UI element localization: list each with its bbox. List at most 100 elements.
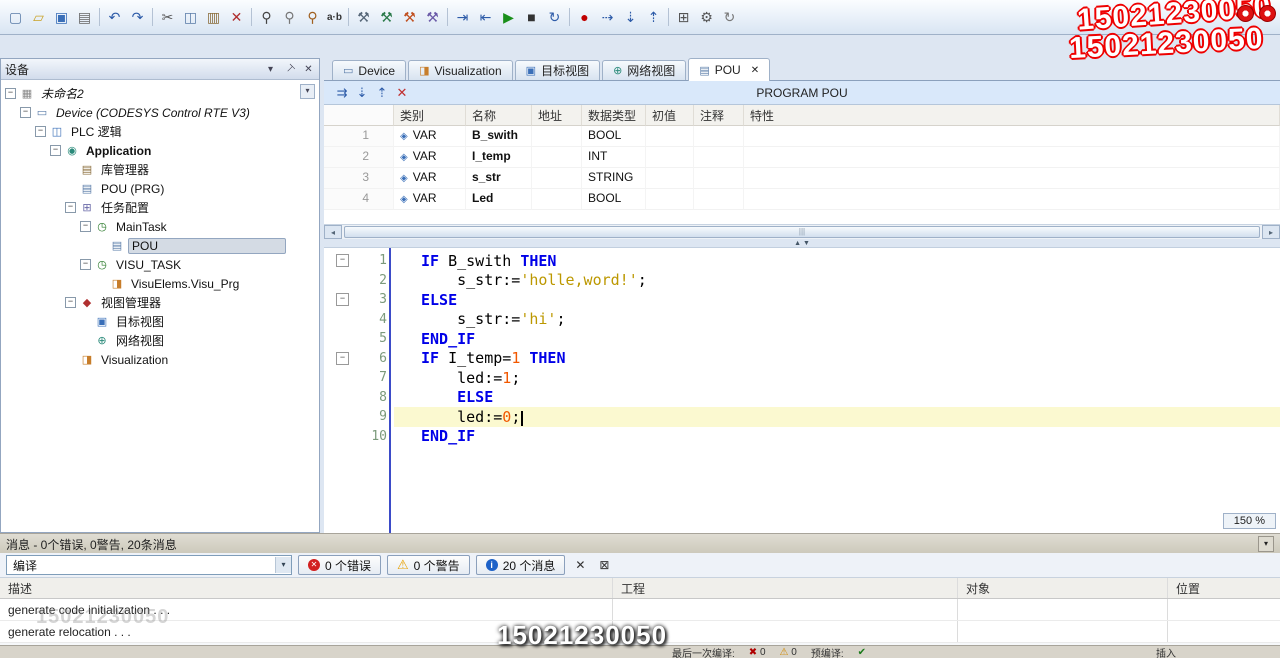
- redo-icon[interactable]: ↷: [126, 6, 149, 28]
- delete-row-icon[interactable]: ✕: [392, 85, 412, 101]
- fold-icon[interactable]: −: [336, 351, 349, 365]
- expander-icon[interactable]: −: [20, 107, 31, 118]
- decl-column-header-0[interactable]: 类别: [394, 105, 466, 126]
- messages-filter-button[interactable]: 20 个消息: [475, 555, 566, 575]
- code-line[interactable]: 9 led:=0;: [324, 407, 1280, 427]
- find-next-icon[interactable]: ⚲: [278, 6, 301, 28]
- messages-titlebar[interactable]: 消息 - 0个错误, 0警告, 20条消息 ▾: [0, 533, 1280, 554]
- save-icon[interactable]: ▣: [50, 6, 73, 28]
- tree-item-visu-task[interactable]: − ◷ VISU_TASK: [1, 255, 319, 274]
- scroll-right-icon[interactable]: ▸: [1262, 225, 1280, 239]
- decl-column-header-6[interactable]: 特性: [744, 105, 1280, 126]
- close-tab-icon[interactable]: ✕: [751, 65, 759, 76]
- tab-network-view[interactable]: ⊕ 网络视图: [602, 60, 687, 80]
- declaration-row[interactable]: 4 ◈ VAR Led BOOL: [324, 189, 1280, 210]
- tab-target-view[interactable]: ▣ 目标视图: [514, 60, 601, 80]
- cut-icon[interactable]: ✂: [156, 6, 179, 28]
- horizontal-scrollbar[interactable]: ◂ ||| ▸: [324, 224, 1280, 239]
- print-icon[interactable]: ▤: [73, 6, 96, 28]
- new-file-icon[interactable]: ▢: [4, 6, 27, 28]
- start-icon[interactable]: ▶: [497, 6, 520, 28]
- errors-filter-button[interactable]: 0 个错误: [298, 555, 382, 575]
- window-list-icon[interactable]: ⊞: [672, 6, 695, 28]
- scrollbar-track[interactable]: |||: [342, 225, 1262, 239]
- column-project[interactable]: 工程: [612, 578, 957, 598]
- declaration-row[interactable]: 3 ◈ VAR s_str STRING: [324, 168, 1280, 189]
- declaration-row[interactable]: 1 ◈ VAR B_swith BOOL: [324, 126, 1280, 147]
- code-line[interactable]: 10 END_IF: [324, 427, 1280, 447]
- tab-pou[interactable]: ▤ POU ✕: [688, 58, 771, 81]
- code-line[interactable]: 7 led:=1;: [324, 368, 1280, 388]
- message-filter-combo[interactable]: 编译 ▾: [6, 555, 292, 575]
- tree-item-target-view[interactable]: ▣ 目标视图: [1, 312, 319, 331]
- code-line[interactable]: − 3 ELSE: [324, 290, 1280, 310]
- expander-icon[interactable]: −: [5, 88, 16, 99]
- messages-collapse-icon[interactable]: ▾: [1258, 536, 1274, 552]
- tree-item-maintask[interactable]: − ◷ MainTask: [1, 217, 319, 236]
- tree-item-pou-call[interactable]: ▤ POU: [1, 236, 319, 255]
- fold-icon[interactable]: −: [336, 293, 349, 307]
- declaration-row[interactable]: 2 ◈ VAR I_temp INT: [324, 147, 1280, 168]
- move-up-icon[interactable]: ⇡: [372, 85, 392, 101]
- refresh-icon[interactable]: ↻: [718, 6, 741, 28]
- expander-icon[interactable]: −: [65, 202, 76, 213]
- scrollbar-thumb[interactable]: |||: [344, 226, 1260, 238]
- undo-icon[interactable]: ↶: [103, 6, 126, 28]
- generate-code-icon[interactable]: ⚒: [398, 6, 421, 28]
- warnings-filter-button[interactable]: 0 个警告: [387, 555, 470, 575]
- delete-icon[interactable]: ✕: [225, 6, 248, 28]
- tree-item-visuelems-visu-prg[interactable]: ◨ VisuElems.Visu_Prg: [1, 274, 319, 293]
- tree-item-device[interactable]: − ▭ Device (CODESYS Control RTE V3): [1, 103, 319, 122]
- message-row[interactable]: generate relocation . . .: [0, 621, 1280, 643]
- decl-column-header-4[interactable]: 初值: [646, 105, 694, 126]
- tree-item-task-configuration[interactable]: − ⊞ 任务配置: [1, 198, 319, 217]
- chevron-down-icon[interactable]: ▾: [275, 557, 291, 573]
- tree-item-visualization[interactable]: ◨ Visualization: [1, 350, 319, 369]
- panel-menu-icon[interactable]: ▾: [264, 64, 277, 75]
- code-line[interactable]: 5 END_IF: [324, 329, 1280, 349]
- logout-icon[interactable]: ⇤: [474, 6, 497, 28]
- column-position[interactable]: 位置: [1167, 578, 1280, 598]
- code-line[interactable]: 8 ELSE: [324, 388, 1280, 408]
- column-object[interactable]: 对象: [957, 578, 1167, 598]
- stop-icon[interactable]: ■: [520, 6, 543, 28]
- paste-icon[interactable]: ▥: [202, 6, 225, 28]
- scroll-left-icon[interactable]: ◂: [324, 225, 342, 239]
- decl-column-header-1[interactable]: 名称: [466, 105, 532, 126]
- single-cycle-icon[interactable]: ↻: [543, 6, 566, 28]
- breakpoint-icon[interactable]: ●: [573, 6, 596, 28]
- tree-item-view-manager[interactable]: − ◆ 视图管理器: [1, 293, 319, 312]
- fold-icon[interactable]: −: [336, 254, 349, 268]
- decl-column-header-2[interactable]: 地址: [532, 105, 582, 126]
- step-into-icon[interactable]: ⇣: [619, 6, 642, 28]
- tab-visualization[interactable]: ◨ Visualization: [408, 60, 513, 80]
- build-icon[interactable]: ⚒: [352, 6, 375, 28]
- tree-dropdown-icon[interactable]: ▾: [300, 84, 315, 99]
- code-editor[interactable]: −1 IF B_swith THEN 2 s_str:='holle,word!';…: [324, 248, 1280, 533]
- decl-column-header-5[interactable]: 注释: [694, 105, 744, 126]
- move-down-icon[interactable]: ⇣: [352, 85, 372, 101]
- pin-icon[interactable]: ⊤: [281, 61, 298, 78]
- expander-icon[interactable]: −: [80, 259, 91, 270]
- expander-icon[interactable]: −: [50, 145, 61, 156]
- splitter-down-icon[interactable]: ▼: [803, 240, 810, 247]
- code-line[interactable]: − 6 IF I_temp=1 THEN: [324, 349, 1280, 369]
- tree-item-plc-logic[interactable]: − ◫ PLC 逻辑: [1, 122, 319, 141]
- splitter-up-icon[interactable]: ▲: [794, 240, 801, 247]
- login-icon[interactable]: ⇥: [451, 6, 474, 28]
- find-icon[interactable]: ⚲: [255, 6, 278, 28]
- step-over-icon[interactable]: ⇢: [596, 6, 619, 28]
- tree-item-network-view[interactable]: ⊕ 网络视图: [1, 331, 319, 350]
- clean-all-icon[interactable]: ⚒: [421, 6, 444, 28]
- options-icon[interactable]: ⚙: [695, 6, 718, 28]
- tree-item-library-manager[interactable]: ▤ 库管理器: [1, 160, 319, 179]
- close-panel-icon[interactable]: ✕: [302, 64, 315, 75]
- expander-icon[interactable]: −: [65, 297, 76, 308]
- expander-icon[interactable]: −: [35, 126, 46, 137]
- code-line[interactable]: 4 s_str:='hi';: [324, 310, 1280, 330]
- replace-icon[interactable]: a·b: [324, 6, 345, 28]
- code-line[interactable]: 2 s_str:='holle,word!';: [324, 271, 1280, 291]
- find-in-project-icon[interactable]: ⚲: [301, 6, 324, 28]
- decl-column-header-3[interactable]: 数据类型: [582, 105, 646, 126]
- goto-definition-icon[interactable]: ⇉: [332, 85, 352, 101]
